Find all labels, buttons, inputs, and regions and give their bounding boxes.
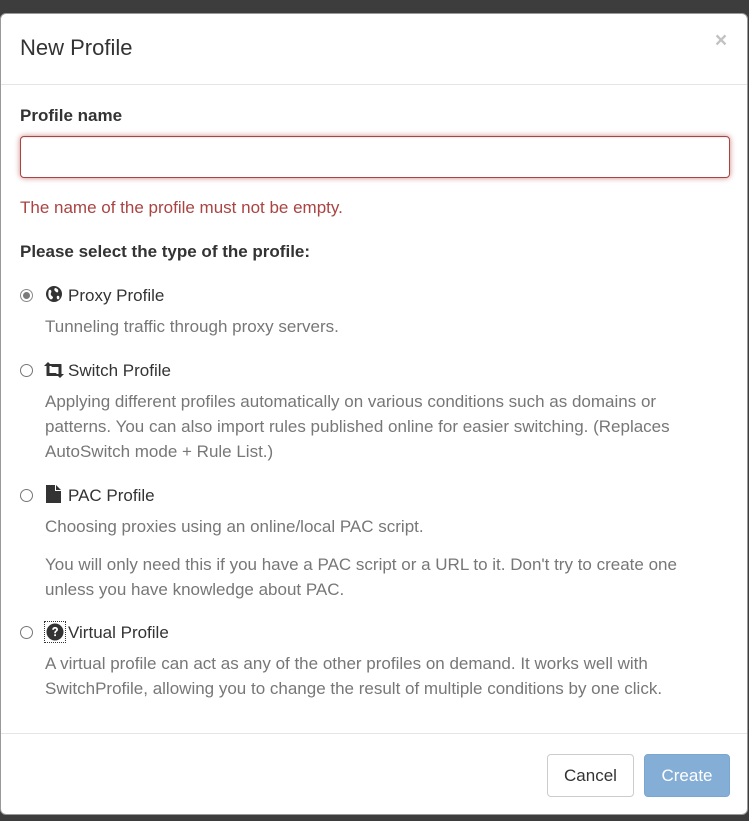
proxy-profile-title: Proxy Profile [68,286,165,305]
virtual-profile-radio[interactable] [20,626,33,639]
pac-profile-title: PAC Profile [68,486,155,505]
profile-name-error: The name of the profile must not be empt… [20,198,343,217]
new-profile-dialog: New Profile × Profile name The name of t… [0,13,748,815]
switch-profile-description: Applying different profiles automaticall… [45,392,670,461]
globe-icon [45,285,65,305]
profile-name-label: Profile name [20,106,123,125]
cancel-button[interactable]: Cancel [547,754,634,797]
dialog-footer: Cancel Create [1,733,747,814]
retweet-icon [43,360,64,380]
question-sign-icon [44,621,66,643]
virtual-profile-description: A virtual profile can act as any of the … [45,654,663,698]
pac-profile-note: You will only need this if you have a PA… [45,555,677,599]
dialog-header: New Profile × [1,14,747,85]
proxy-profile-radio[interactable] [20,289,33,302]
profile-name-input[interactable] [20,136,730,178]
switch-profile-title: Switch Profile [68,361,171,380]
close-icon[interactable]: × [713,30,729,51]
create-button[interactable]: Create [644,754,730,797]
virtual-profile-title: Virtual Profile [68,623,169,642]
dialog-title: New Profile [20,35,133,60]
proxy-profile-description: Tunneling traffic through proxy servers. [45,317,339,336]
profile-type-heading: Please select the type of the profile: [20,242,311,261]
pac-profile-radio[interactable] [20,489,33,502]
pac-profile-description: Choosing proxies using an online/local P… [45,517,424,536]
switch-profile-radio[interactable] [20,364,33,377]
file-icon [46,485,66,505]
